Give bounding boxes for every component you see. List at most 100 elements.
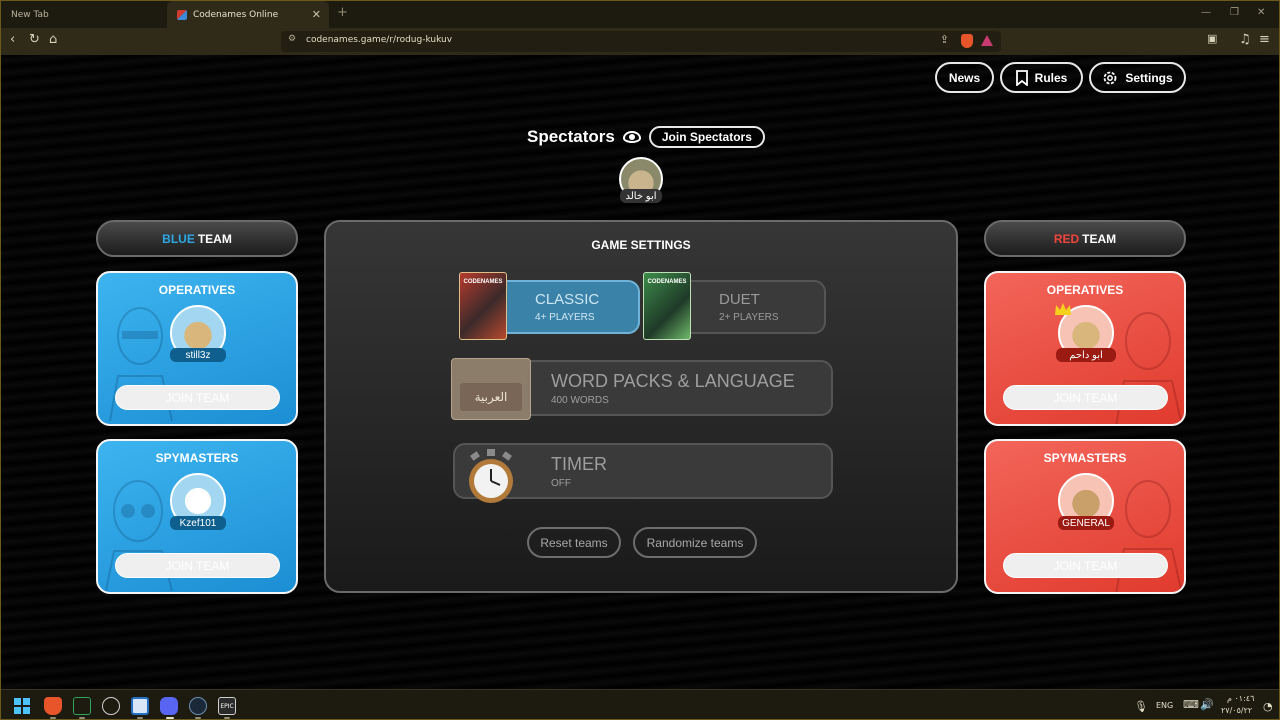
notifications-icon[interactable]: ◔ — [1263, 700, 1273, 713]
close-tab-icon[interactable]: ✕ — [312, 8, 321, 21]
window-app-icon[interactable] — [131, 697, 149, 715]
running-indicator — [224, 717, 230, 719]
reset-teams-button[interactable]: Reset teams — [527, 527, 621, 558]
windows-start-icon[interactable] — [14, 698, 30, 714]
running-indicator — [50, 717, 56, 719]
xbox-app-icon[interactable] — [73, 697, 91, 715]
blue-operatives-card: OPERATIVES still3z JOIN TEAM — [96, 271, 298, 426]
brave-browser-icon[interactable] — [44, 697, 62, 715]
clock-date[interactable]: ٢٧/٠٥/٢٢ — [1221, 706, 1252, 715]
join-team-label: JOIN TEAM — [165, 390, 230, 405]
spectators-header: Spectators Join Spectators — [527, 126, 765, 148]
blue-operatives-title: OPERATIVES — [158, 283, 236, 297]
word-card-text: العربية — [460, 383, 522, 411]
minimize-icon[interactable]: — — [1201, 7, 1211, 18]
rules-button[interactable]: Rules — [1000, 62, 1083, 93]
language-indicator[interactable]: ENG — [1156, 701, 1173, 710]
home-icon[interactable]: ⌂ — [49, 32, 57, 47]
settings-button[interactable]: Settings — [1089, 62, 1186, 93]
site-info-icon[interactable]: ⚙ — [288, 34, 296, 44]
join-spectators-button[interactable]: Join Spectators — [648, 126, 765, 148]
join-team-label: JOIN TEAM — [1053, 558, 1118, 573]
crown-icon — [1055, 303, 1071, 315]
blue-operatives-join-button[interactable]: JOIN TEAM — [115, 385, 280, 410]
browser-toolbar: ‹ ↻ ⌂ ⚙ codenames.game/r/rodug-kukuv ⇪ ▣… — [1, 28, 1279, 55]
spectator-nametag: ابو خالد — [620, 189, 662, 203]
brave-shield-icon[interactable] — [961, 34, 973, 48]
timer-title: TIMER — [551, 454, 607, 474]
classic-box-art: CODENAMES — [459, 272, 507, 340]
browser-window: New Tab Codenames Online ✕ + — ❐ ✕ ‹ ↻ ⌂… — [0, 0, 1280, 720]
running-indicator — [195, 717, 201, 719]
gear-icon — [1103, 71, 1117, 84]
game-settings-panel: GAME SETTINGS CODENAMES CLASSIC 4+ PLAYE… — [324, 220, 958, 593]
randomize-teams-button[interactable]: Randomize teams — [633, 527, 757, 558]
tab-bar: New Tab Codenames Online ✕ + — ❐ ✕ — [1, 1, 1279, 28]
box-art-text: CODENAMES — [463, 279, 503, 285]
word-card-image: العربية — [451, 358, 531, 420]
red-operatives-join-button[interactable]: JOIN TEAM — [1003, 385, 1168, 410]
blue-spymaster-nametag: Kzef101 — [170, 516, 226, 530]
mode-players: 2+ PLAYERS — [719, 312, 779, 323]
menu-icon[interactable]: ≡ — [1259, 32, 1270, 47]
steam-icon[interactable] — [189, 697, 207, 715]
word-packs-title: WORD PACKS & LANGUAGE — [551, 371, 795, 391]
wallet-icon[interactable]: ▣ — [1207, 32, 1217, 45]
close-window-icon[interactable]: ✕ — [1257, 7, 1265, 18]
brave-rewards-icon[interactable] — [981, 35, 993, 46]
stopwatch-icon — [469, 449, 513, 503]
red-spymasters-card: SPYMASTERS GENERAL JOIN TEAM — [984, 439, 1186, 594]
address-bar[interactable]: ⚙ codenames.game/r/rodug-kukuv ⇪ — [281, 31, 1001, 52]
blue-spymasters-card: SPYMASTERS Kzef101 JOIN TEAM — [96, 439, 298, 594]
duet-mode-button[interactable]: CODENAMES DUET 2+ PLAYERS — [643, 272, 826, 340]
network-icon[interactable]: ⌨ — [1183, 698, 1199, 711]
back-icon[interactable]: ‹ — [10, 32, 15, 47]
steam-like-icon[interactable] — [102, 697, 120, 715]
mode-name: CLASSIC — [535, 291, 600, 308]
blue-spymasters-title: SPYMASTERS — [155, 451, 239, 465]
clock-time[interactable]: ٠١:٤٦ م — [1227, 694, 1254, 703]
reset-teams-label: Reset teams — [540, 535, 608, 550]
red-spymaster-nametag: GENERAL — [1058, 516, 1114, 530]
tab-codenames[interactable]: Codenames Online ✕ — [167, 1, 329, 28]
news-label: News — [948, 70, 981, 85]
blue-team-title-rest: TEAM — [197, 231, 232, 246]
classic-mode-button[interactable]: CODENAMES CLASSIC 4+ PLAYERS — [459, 272, 640, 340]
tab-label: Codenames Online — [193, 9, 279, 20]
spectators-title: Spectators — [527, 127, 615, 146]
duet-box-art: CODENAMES — [643, 272, 691, 340]
blue-team-header: BLUE TEAM — [96, 220, 298, 257]
randomize-teams-label: Randomize teams — [646, 535, 744, 550]
tab-new-tab[interactable]: New Tab — [1, 1, 166, 28]
share-icon[interactable]: ⇪ — [940, 33, 949, 46]
tab-label: New Tab — [11, 9, 49, 20]
volume-icon[interactable]: 🔊 — [1200, 698, 1214, 711]
codenames-favicon-icon — [177, 9, 187, 20]
join-team-label: JOIN TEAM — [165, 558, 230, 573]
mode-name: DUET — [719, 291, 760, 308]
blue-operative-nametag: still3z — [170, 348, 226, 362]
join-team-label: JOIN TEAM — [1053, 390, 1118, 405]
news-button[interactable]: News — [935, 62, 994, 93]
url-text[interactable]: codenames.game/r/rodug-kukuv — [306, 35, 452, 45]
restore-icon[interactable]: ❐ — [1230, 7, 1239, 18]
microphone-icon[interactable]: 🎙 — [1134, 700, 1148, 713]
rules-label: Rules — [1034, 70, 1068, 85]
reload-icon[interactable]: ↻ — [29, 32, 40, 47]
red-team-word: RED — [1053, 231, 1080, 246]
blue-spymasters-join-button[interactable]: JOIN TEAM — [115, 553, 280, 578]
box-art-text: CODENAMES — [647, 279, 687, 285]
new-tab-plus-icon[interactable]: + — [337, 5, 348, 20]
eye-icon — [622, 131, 641, 143]
word-packs-button[interactable]: العربية WORD PACKS & LANGUAGE 400 WORDS — [451, 358, 833, 420]
timer-button[interactable]: TIMER OFF — [453, 443, 833, 503]
discord-icon[interactable] — [160, 697, 178, 715]
bookmark-icon — [1015, 69, 1028, 86]
media-icon[interactable]: ♫ — [1239, 32, 1251, 47]
active-indicator — [166, 717, 174, 719]
red-team-header: RED TEAM — [984, 220, 1186, 257]
red-operative-nametag: ابو داحم — [1056, 348, 1116, 362]
game-settings-title: GAME SETTINGS — [591, 238, 691, 252]
red-spymasters-join-button[interactable]: JOIN TEAM — [1003, 553, 1168, 578]
epic-games-icon[interactable]: EPIC — [218, 697, 236, 715]
